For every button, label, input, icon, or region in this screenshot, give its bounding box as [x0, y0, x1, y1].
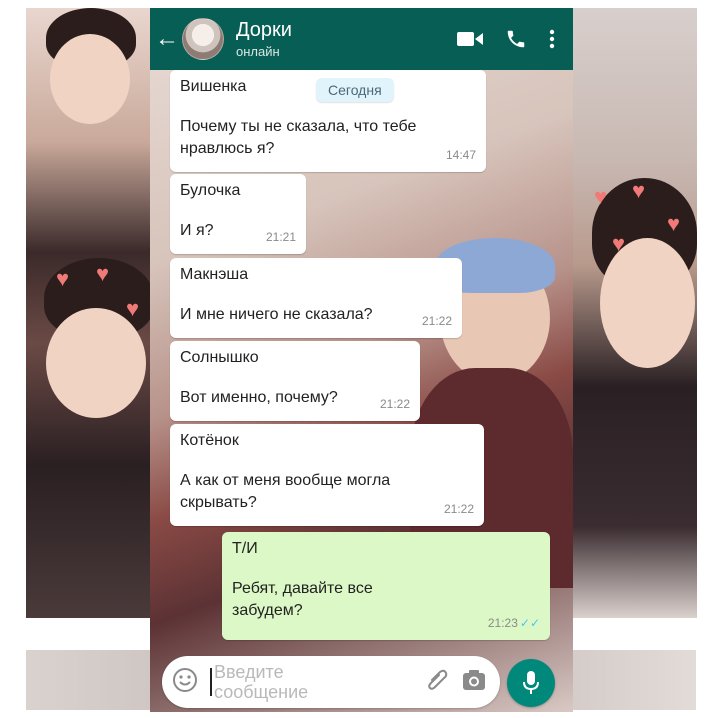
message-sender: Т/И	[232, 540, 258, 557]
heart-icon: ♥	[612, 231, 626, 256]
message-text: И я?	[180, 222, 214, 239]
message-sender: Булочка	[180, 182, 241, 199]
message-bubble[interactable]: Макнэша И мне ничего не сказала? 21:22	[170, 258, 462, 338]
chat-screen: ← Дорки онлайн Вишенка Почему ты не сказ…	[150, 8, 573, 712]
contact-name: Дорки	[236, 19, 292, 41]
contact-info[interactable]: Дорки онлайн	[236, 19, 292, 59]
message-time: 21:22	[379, 397, 410, 411]
message-time: 21:21	[265, 230, 296, 244]
heart-icon: ♥	[594, 184, 608, 209]
person-face	[50, 34, 130, 124]
header-actions	[457, 28, 555, 50]
message-text: Ребят, давайте все забудем?	[232, 580, 373, 619]
heart-icon: ♥	[56, 266, 70, 291]
date-divider: Сегодня	[316, 78, 394, 102]
message-text: И мне ничего не сказала?	[180, 306, 373, 323]
heart-icon: ♥	[96, 261, 110, 286]
person-face	[46, 308, 146, 418]
arrow-left-icon[interactable]: ←	[152, 25, 182, 53]
message-time: 21:23 ✓✓	[488, 612, 540, 634]
message-time: 14:47	[445, 148, 476, 162]
message-time-value: 21:23	[487, 616, 518, 630]
message-time: 21:22	[421, 314, 452, 328]
double-check-icon: ✓✓	[519, 616, 540, 630]
message-sender: Солнышко	[180, 349, 259, 366]
heart-icon: ♥	[667, 211, 681, 236]
microphone-icon	[523, 671, 539, 694]
avatar[interactable]	[182, 18, 224, 60]
message-time: 21:22	[443, 502, 474, 516]
message-bubble[interactable]: Булочка И я? 21:21	[170, 174, 306, 254]
phone-icon[interactable]	[505, 28, 527, 50]
contact-status: онлайн	[236, 44, 280, 59]
message-sender: Котёнок	[180, 432, 239, 449]
background-photo-left: ♥ ♥ ♥	[26, 8, 156, 618]
paperclip-icon[interactable]	[426, 668, 448, 697]
heart-icon: ♥	[126, 296, 140, 321]
message-bubble-outgoing[interactable]: Т/И Ребят, давайте все забудем? 21:23 ✓✓	[222, 532, 550, 640]
message-input[interactable]: Введите сообщение	[214, 662, 364, 702]
heart-icon: ♥	[632, 178, 646, 203]
message-bubble[interactable]: Солнышко Вот именно, почему? 21:22	[170, 341, 420, 421]
person-face	[600, 238, 695, 368]
message-text: Вот именно, почему?	[180, 389, 338, 406]
message-text: Почему ты не сказала, что тебе нравлюсь …	[180, 118, 417, 157]
emoji-icon[interactable]	[172, 667, 198, 698]
message-sender: Макнэша	[180, 266, 249, 283]
message-text: А как от меня вообще могла скрывать?	[180, 472, 391, 511]
text-cursor	[210, 668, 212, 696]
video-call-icon[interactable]	[457, 30, 483, 48]
background-photo-right: ♥ ♥ ♥ ♥	[572, 8, 697, 618]
chat-header: ← Дорки онлайн	[150, 8, 573, 70]
message-bubble[interactable]: Котёнок А как от меня вообще могла скрыв…	[170, 424, 484, 526]
more-vertical-icon[interactable]	[549, 29, 555, 49]
microphone-button[interactable]	[507, 659, 555, 707]
message-input-bar: Введите сообщение	[162, 656, 500, 708]
camera-icon[interactable]	[462, 669, 486, 696]
